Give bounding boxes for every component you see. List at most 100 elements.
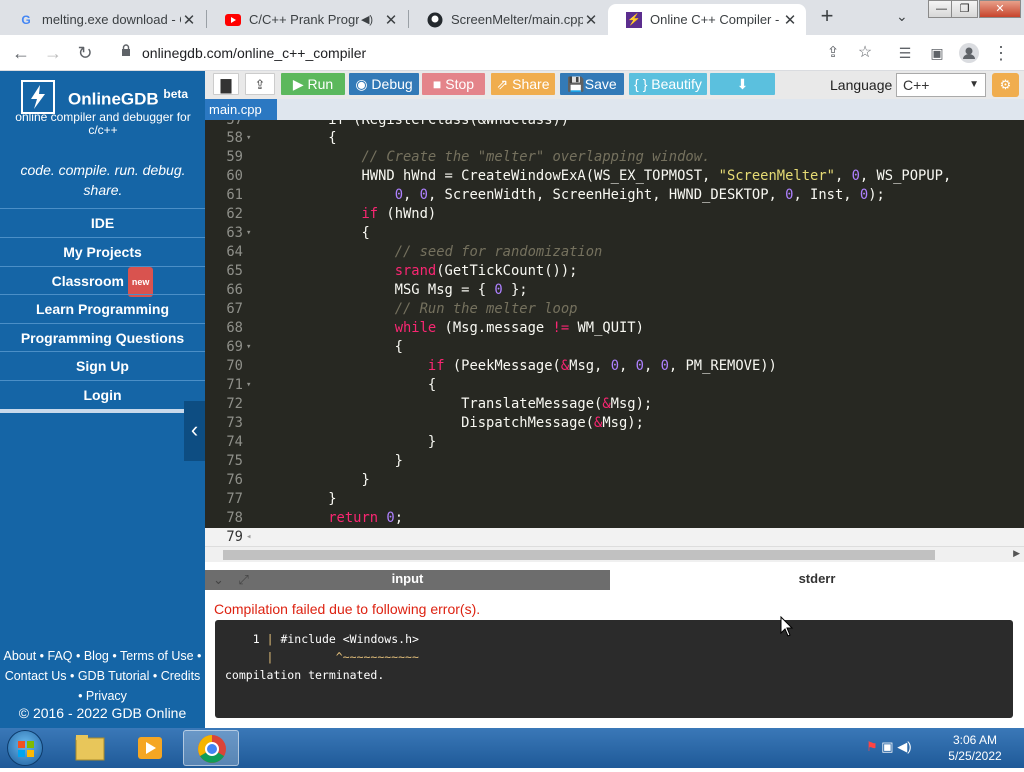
sidebar-item-ide[interactable]: IDE <box>0 208 205 236</box>
reading-list-icon[interactable]: ☰ <box>892 40 918 66</box>
sidebar-item-my-projects[interactable]: My Projects <box>0 237 205 265</box>
editor-toolbar: ▇ ⇪ ▶ Run ◉ Debug ■ Stop ⇗ Share 💾Save {… <box>205 71 1024 99</box>
upload-file-icon[interactable]: ⇪ <box>245 73 275 95</box>
lock-icon[interactable] <box>120 44 132 56</box>
beautify-label: { } Beautify <box>634 76 702 92</box>
code-line: 60 HWND hWnd = CreateWindowExA(WS_EX_TOP… <box>226 168 952 184</box>
sidebar-item-label: IDE <box>90 215 115 231</box>
new-file-icon[interactable]: ▇ <box>213 73 239 95</box>
tagline: online compiler and debugger for c/c++ <box>15 110 191 137</box>
language-select[interactable]: C++ ▼ <box>896 73 986 97</box>
horizontal-scrollbar[interactable]: ▶ <box>205 546 1024 562</box>
browser-tab-4-active[interactable]: ⚡ Online C++ Compiler - o ✕ <box>608 4 806 35</box>
reload-button[interactable]: ↻ <box>72 40 98 66</box>
share-page-icon[interactable]: ⇪ <box>820 40 846 66</box>
new-tab-button[interactable]: + <box>816 5 838 28</box>
footer-links-row-3[interactable]: • Privacy <box>0 686 205 706</box>
audio-icon[interactable]: ◀) <box>359 13 375 26</box>
code-line: 73 DispatchMessage(&Msg); <box>226 415 644 431</box>
tab-stderr[interactable]: stderr <box>610 570 1024 590</box>
collapse-sidebar-chevron-icon[interactable]: ‹ <box>184 401 205 461</box>
debug-button[interactable]: ◉ Debug <box>349 73 419 95</box>
sidebar-item-learn-programming[interactable]: Learn Programming <box>0 294 205 322</box>
tab-search-chevron-icon[interactable]: ⌄ <box>896 8 908 25</box>
action-center-icon[interactable]: ⚑ <box>866 739 878 754</box>
sidebar-item-label: My Projects <box>63 244 142 260</box>
download-button[interactable]: ⬇ <box>710 73 775 95</box>
chrome-taskbar-icon[interactable] <box>183 730 239 766</box>
code-line: 65 srand(GetTickCount()); <box>226 263 578 279</box>
sidebar-item-programming-questions[interactable]: Programming Questions <box>0 323 205 351</box>
browser-tab-3[interactable]: ScreenMelter/main.cpp at ✕ <box>409 4 607 35</box>
language-label: Language <box>830 77 893 93</box>
address-bar[interactable]: onlinegdb.com/online_c++_compiler <box>116 38 896 68</box>
beautify-button[interactable]: { } Beautify <box>629 73 707 95</box>
browser-tab-2[interactable]: C/C++ Prank Program ◀) ✕ <box>207 4 407 35</box>
media-player-icon[interactable] <box>122 730 178 766</box>
close-tab-icon[interactable]: ✕ <box>181 11 197 29</box>
close-tab-icon[interactable]: ✕ <box>782 11 798 29</box>
network-icon[interactable]: ▣ <box>881 739 893 754</box>
file-tab-bar: main.cpp <box>205 99 1024 120</box>
share-icon: ⇗ <box>496 76 509 92</box>
sidebar: OnlineGDB beta online compiler and debug… <box>0 71 205 728</box>
code-line: 61 0, 0, ScreenWidth, ScreenHeight, HWND… <box>226 187 885 203</box>
browser-tab-1[interactable]: G melting.exe download - C ✕ <box>0 4 205 35</box>
restore-button[interactable]: ❐ <box>951 0 978 18</box>
code-line: 67 // Run the melter loop <box>226 301 578 317</box>
scroll-right-icon[interactable]: ▶ <box>1013 548 1020 559</box>
run-button[interactable]: ▶ Run <box>281 73 345 95</box>
profile-avatar-icon[interactable] <box>956 40 982 66</box>
code-line: 76 } <box>226 472 370 488</box>
download-icon: ⬇ <box>736 76 749 92</box>
scrollbar-thumb[interactable] <box>223 550 935 560</box>
expand-icon[interactable]: ⤢ <box>238 572 248 587</box>
code-line: 75 } <box>226 453 403 469</box>
volume-icon[interactable]: ◀) <box>897 739 911 754</box>
sidebar-item-classroom[interactable]: Classroom new <box>0 266 205 298</box>
bookmark-star-icon[interactable]: ☆ <box>852 40 878 66</box>
side-panel-icon[interactable]: ▣ <box>924 40 950 66</box>
sidebar-item-login[interactable]: Login <box>0 380 205 408</box>
youtube-icon <box>225 12 241 28</box>
code-line: 64 // seed for randomization <box>226 244 603 260</box>
tab-title: ScreenMelter/main.cpp at <box>451 12 583 27</box>
file-explorer-icon[interactable] <box>62 730 118 766</box>
onlinegdb-logo-icon[interactable] <box>21 80 55 114</box>
github-icon <box>427 12 443 28</box>
back-button[interactable]: ← <box>8 40 34 66</box>
save-button[interactable]: 💾Save <box>560 73 624 95</box>
start-button[interactable] <box>7 730 43 766</box>
settings-gear-icon[interactable]: ⚙ <box>992 73 1019 97</box>
stop-button[interactable]: ■ Stop <box>422 73 485 95</box>
tab-input-label: input <box>391 571 424 586</box>
console-source-text: #include <Windows.h> <box>273 632 419 646</box>
motto: code. compile. run. debug. share. <box>20 162 186 198</box>
taskbar-clock[interactable]: 3:06 AM 5/25/2022 <box>940 732 1010 764</box>
close-tab-icon[interactable]: ✕ <box>383 11 399 29</box>
forward-button[interactable]: → <box>40 40 66 66</box>
share-button[interactable]: ⇗ Share <box>491 73 555 95</box>
file-tab-main-cpp[interactable]: main.cpp <box>205 99 277 120</box>
browser-menu-icon[interactable]: ⋮ <box>988 40 1014 66</box>
clock-time: 3:06 AM <box>952 733 998 747</box>
code-editor[interactable]: 57 if (RegisterClass(&WndClass)) 58 ▾ { 5… <box>205 120 1024 546</box>
code-line: 66 MSG Msg = { 0 }; <box>226 282 528 298</box>
close-window-button[interactable]: ✕ <box>979 0 1021 18</box>
footer-links-row-2[interactable]: Contact Us • GDB Tutorial • Credits <box>0 666 205 686</box>
chevron-down-icon: ▼ <box>969 79 979 90</box>
code-line: 70 if (PeekMessage(&Msg, 0, 0, 0, PM_REM… <box>226 358 777 374</box>
debug-label: Debug <box>371 76 413 92</box>
system-tray: ⚑ ▣ ◀) <box>866 739 912 755</box>
stderr-console[interactable]: 1 | #include <Windows.h> | ^~~~~~~~~~~~ … <box>215 620 1013 718</box>
brand-name[interactable]: OnlineGDB beta <box>68 87 188 110</box>
footer-links: About • FAQ • Blog • Terms of Use • Cont… <box>0 646 205 706</box>
footer-links-row-1[interactable]: About • FAQ • Blog • Terms of Use • <box>0 646 205 666</box>
sidebar-item-sign-up[interactable]: Sign Up <box>0 351 205 379</box>
tab-title: Online C++ Compiler - o <box>650 12 782 27</box>
tab-input[interactable]: input <box>205 570 610 590</box>
save-icon: 💾 <box>567 76 585 92</box>
chevron-down-icon[interactable]: ⌄ <box>213 572 224 587</box>
console-line-number: 1 <box>252 632 260 646</box>
close-tab-icon[interactable]: ✕ <box>583 11 599 29</box>
